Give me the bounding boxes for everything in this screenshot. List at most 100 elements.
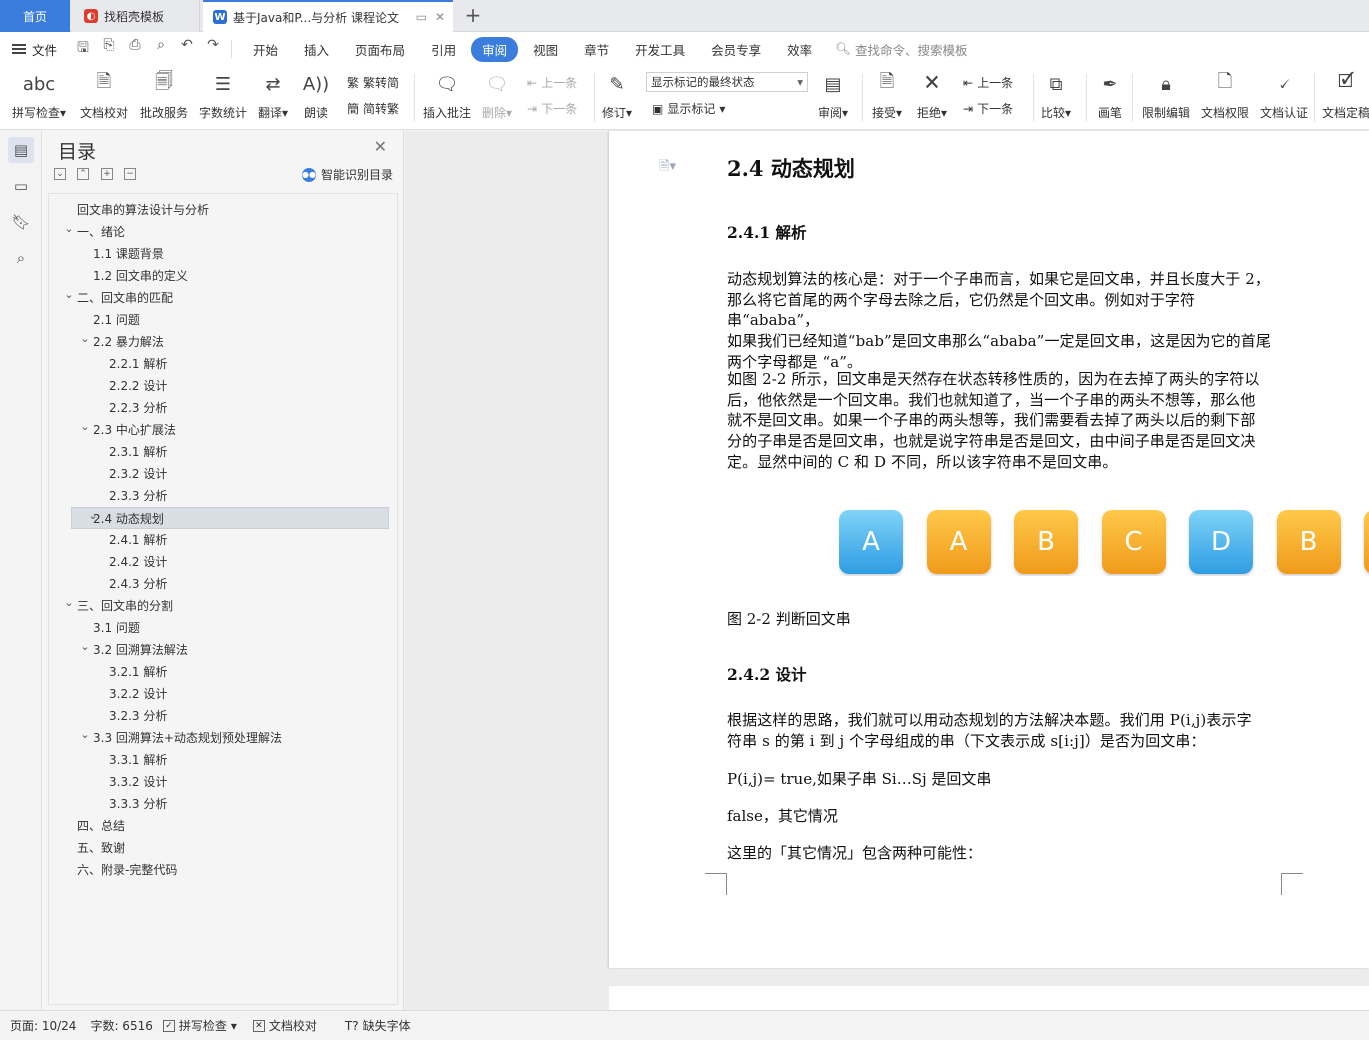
redo-icon[interactable]: ↷	[205, 37, 221, 61]
undo-icon[interactable]: ↶	[179, 37, 195, 61]
new-tab-button[interactable]: +	[462, 4, 484, 26]
tab-home[interactable]: 首页	[0, 0, 70, 32]
prev-comment-button[interactable]: ⇤ 上一条	[527, 74, 577, 91]
markup-state-select[interactable]: 显示标记的最终状态	[646, 72, 808, 92]
toc-item[interactable]: ⌄ 2.3 中心扩展法	[49, 419, 397, 441]
chevron-down-icon[interactable]: ⌄	[63, 284, 75, 306]
menu-item[interactable]: 视图	[522, 37, 569, 62]
toc-item[interactable]: 1.2 回文串的定义	[49, 265, 397, 287]
page-indicator[interactable]: 页面: 10/24	[10, 1017, 76, 1034]
toc-item[interactable]: ⌄ 三、回文串的分割	[49, 595, 397, 617]
pin-icon[interactable]: ▭	[416, 10, 427, 24]
save-icon[interactable]: 🖫	[75, 37, 91, 61]
collapse-all-icon[interactable]: ⌄	[54, 168, 66, 180]
chapter-nav-icon[interactable]: ▭	[8, 173, 34, 199]
accept-button[interactable]: 🗎 接受▾	[872, 70, 902, 121]
doc-permission-button[interactable]: 🗋 文档权限	[1201, 70, 1249, 121]
toc-item[interactable]: ⌄ 2.2 暴力解法	[49, 331, 397, 353]
menu-item[interactable]: 会员专享	[700, 37, 772, 62]
menu-item[interactable]: 插入	[293, 37, 340, 62]
menu-item[interactable]: 效率	[776, 37, 823, 62]
close-tab-icon[interactable]: ✕	[435, 10, 445, 24]
to-simplified-button[interactable]: 簡简转繁	[347, 100, 399, 117]
proofread-status[interactable]: ✕ 文档校对	[252, 1017, 317, 1034]
next-change-button[interactable]: ⇥ 下一条	[963, 100, 1013, 117]
toc-item[interactable]: 2.3.3 分析	[49, 485, 397, 507]
next-page[interactable]	[609, 986, 1369, 1010]
translate-button[interactable]: ⇄ 翻译▾	[258, 70, 288, 121]
next-comment-button[interactable]: ⇥ 下一条	[527, 100, 577, 117]
chevron-down-icon[interactable]: ⌄	[63, 218, 75, 240]
toc-item[interactable]: 2.3.1 解析	[49, 441, 397, 463]
toc-item[interactable]: 2.2.2 设计	[49, 375, 397, 397]
word-count-button[interactable]: ☰ 字数统计	[199, 70, 247, 121]
toc-item[interactable]: 四、总结	[49, 815, 397, 837]
toc-item[interactable]: 2.4.3 分析	[49, 573, 397, 595]
paragraph-menu-icon[interactable]: 🗎▾	[659, 157, 676, 179]
command-search[interactable]: 🔍︎ 查找命令、搜索模板	[835, 40, 967, 59]
toc-item[interactable]: 2.4.1 解析	[49, 529, 397, 551]
doc-certify-button[interactable]: 🗸 文档认证	[1260, 70, 1308, 121]
compare-button[interactable]: ⧉ 比较▾	[1041, 70, 1071, 121]
print-icon[interactable]: ⎙	[127, 37, 143, 61]
word-count-indicator[interactable]: 字数: 6516	[90, 1017, 152, 1034]
spellcheck-button[interactable]: abc 拼写检查▾	[12, 70, 66, 121]
add-heading-icon[interactable]: +	[101, 168, 113, 180]
pen-button[interactable]: ✒ 画笔	[1097, 70, 1123, 121]
print-preview-icon[interactable]: ⌕	[153, 37, 169, 61]
restrict-edit-button[interactable]: 🔒︎ 限制编辑	[1142, 70, 1190, 121]
tab-templates[interactable]: ◐ 找稻壳模板	[72, 0, 200, 32]
read-aloud-button[interactable]: A)) 朗读	[303, 70, 329, 121]
toc-item[interactable]: 3.3.2 设计	[49, 771, 397, 793]
tab-document[interactable]: W 基于Java和P...与分析 课程论文 ▭ ✕	[203, 0, 453, 32]
close-icon[interactable]: ✕	[374, 137, 387, 156]
doc-finalize-button[interactable]: 🗹 文档定稿	[1322, 70, 1369, 121]
toc-item[interactable]: 2.2.3 分析	[49, 397, 397, 419]
toc-item[interactable]: ⌄ 二、回文串的匹配	[49, 287, 397, 309]
menu-item[interactable]: 审阅	[471, 36, 519, 62]
toc-icon[interactable]: ▤	[8, 137, 34, 163]
track-changes-button[interactable]: ✎ 修订▾	[602, 70, 632, 121]
expand-all-icon[interactable]: ⌃	[77, 168, 89, 180]
menu-item[interactable]: 页面布局	[344, 37, 416, 62]
smart-toc-button[interactable]: ●● 智能识别目录	[301, 166, 393, 183]
chevron-down-icon[interactable]: ⌄	[79, 724, 91, 746]
menu-item[interactable]: 引用	[420, 37, 467, 62]
chevron-down-icon[interactable]: ⌄	[79, 416, 91, 438]
toc-item[interactable]: 3.2.3 分析	[49, 705, 397, 727]
find-icon[interactable]: ⌕	[8, 245, 34, 271]
toc-item[interactable]: ⌄ 3.3 回溯算法+动态规划预处理解法	[49, 727, 397, 749]
review-pane-button[interactable]: ▤ 审阅▾	[818, 70, 848, 121]
insert-comment-button[interactable]: 🗨 插入批注	[423, 70, 471, 121]
toc-item[interactable]: 1.1 课题背景	[49, 243, 397, 265]
toc-item[interactable]: 3.2.1 解析	[49, 661, 397, 683]
missing-font-status[interactable]: T? 缺失字体	[345, 1017, 411, 1034]
toc-item[interactable]: 回文串的算法设计与分析	[49, 199, 397, 221]
remove-heading-icon[interactable]: −	[124, 168, 136, 180]
toc-item[interactable]: 3.1 问题	[49, 617, 397, 639]
chevron-down-icon[interactable]: ⌄	[79, 328, 91, 350]
prev-change-button[interactable]: ⇤ 上一条	[963, 74, 1013, 91]
toc-item[interactable]: 3.3.1 解析	[49, 749, 397, 771]
toc-item[interactable]: 五、致谢	[49, 837, 397, 859]
toc-item[interactable]: 2.3.2 设计	[49, 463, 397, 485]
chevron-down-icon[interactable]: ⌄	[79, 636, 91, 658]
bookmark-icon[interactable]: 🔖︎	[8, 209, 34, 235]
toc-item[interactable]: 六、附录-完整代码	[49, 859, 397, 881]
menu-item[interactable]: 开发工具	[624, 37, 696, 62]
toc-item[interactable]: 2.1 问题	[49, 309, 397, 331]
toc-item[interactable]: 3.3.3 分析	[49, 793, 397, 815]
show-markup-button[interactable]: ▣ 显示标记 ▾	[652, 100, 725, 117]
toc-item[interactable]: 3.2.2 设计	[49, 683, 397, 705]
spellcheck-toggle[interactable]: ✓ 拼写检查 ▾	[162, 1017, 237, 1034]
menu-item[interactable]: 章节	[573, 37, 620, 62]
to-traditional-button[interactable]: 繁繁转简	[347, 74, 399, 91]
revision-service-button[interactable]: 🗐 批改服务	[140, 70, 188, 121]
toc-item[interactable]: 2.4.2 设计	[49, 551, 397, 573]
delete-comment-button[interactable]: 🗨 删除▾	[482, 70, 512, 121]
document-page[interactable]: 🗎▾ 2.4 动态规划 2.4.1 解析 动态规划算法的核心是：对于一个子串而言…	[609, 131, 1369, 968]
toc-item[interactable]: 2.2.1 解析	[49, 353, 397, 375]
file-menu[interactable]: 文件	[12, 40, 57, 59]
menu-item[interactable]: 开始	[242, 37, 289, 62]
toc-item[interactable]: ⌄ 3.2 回溯算法解法	[49, 639, 397, 661]
